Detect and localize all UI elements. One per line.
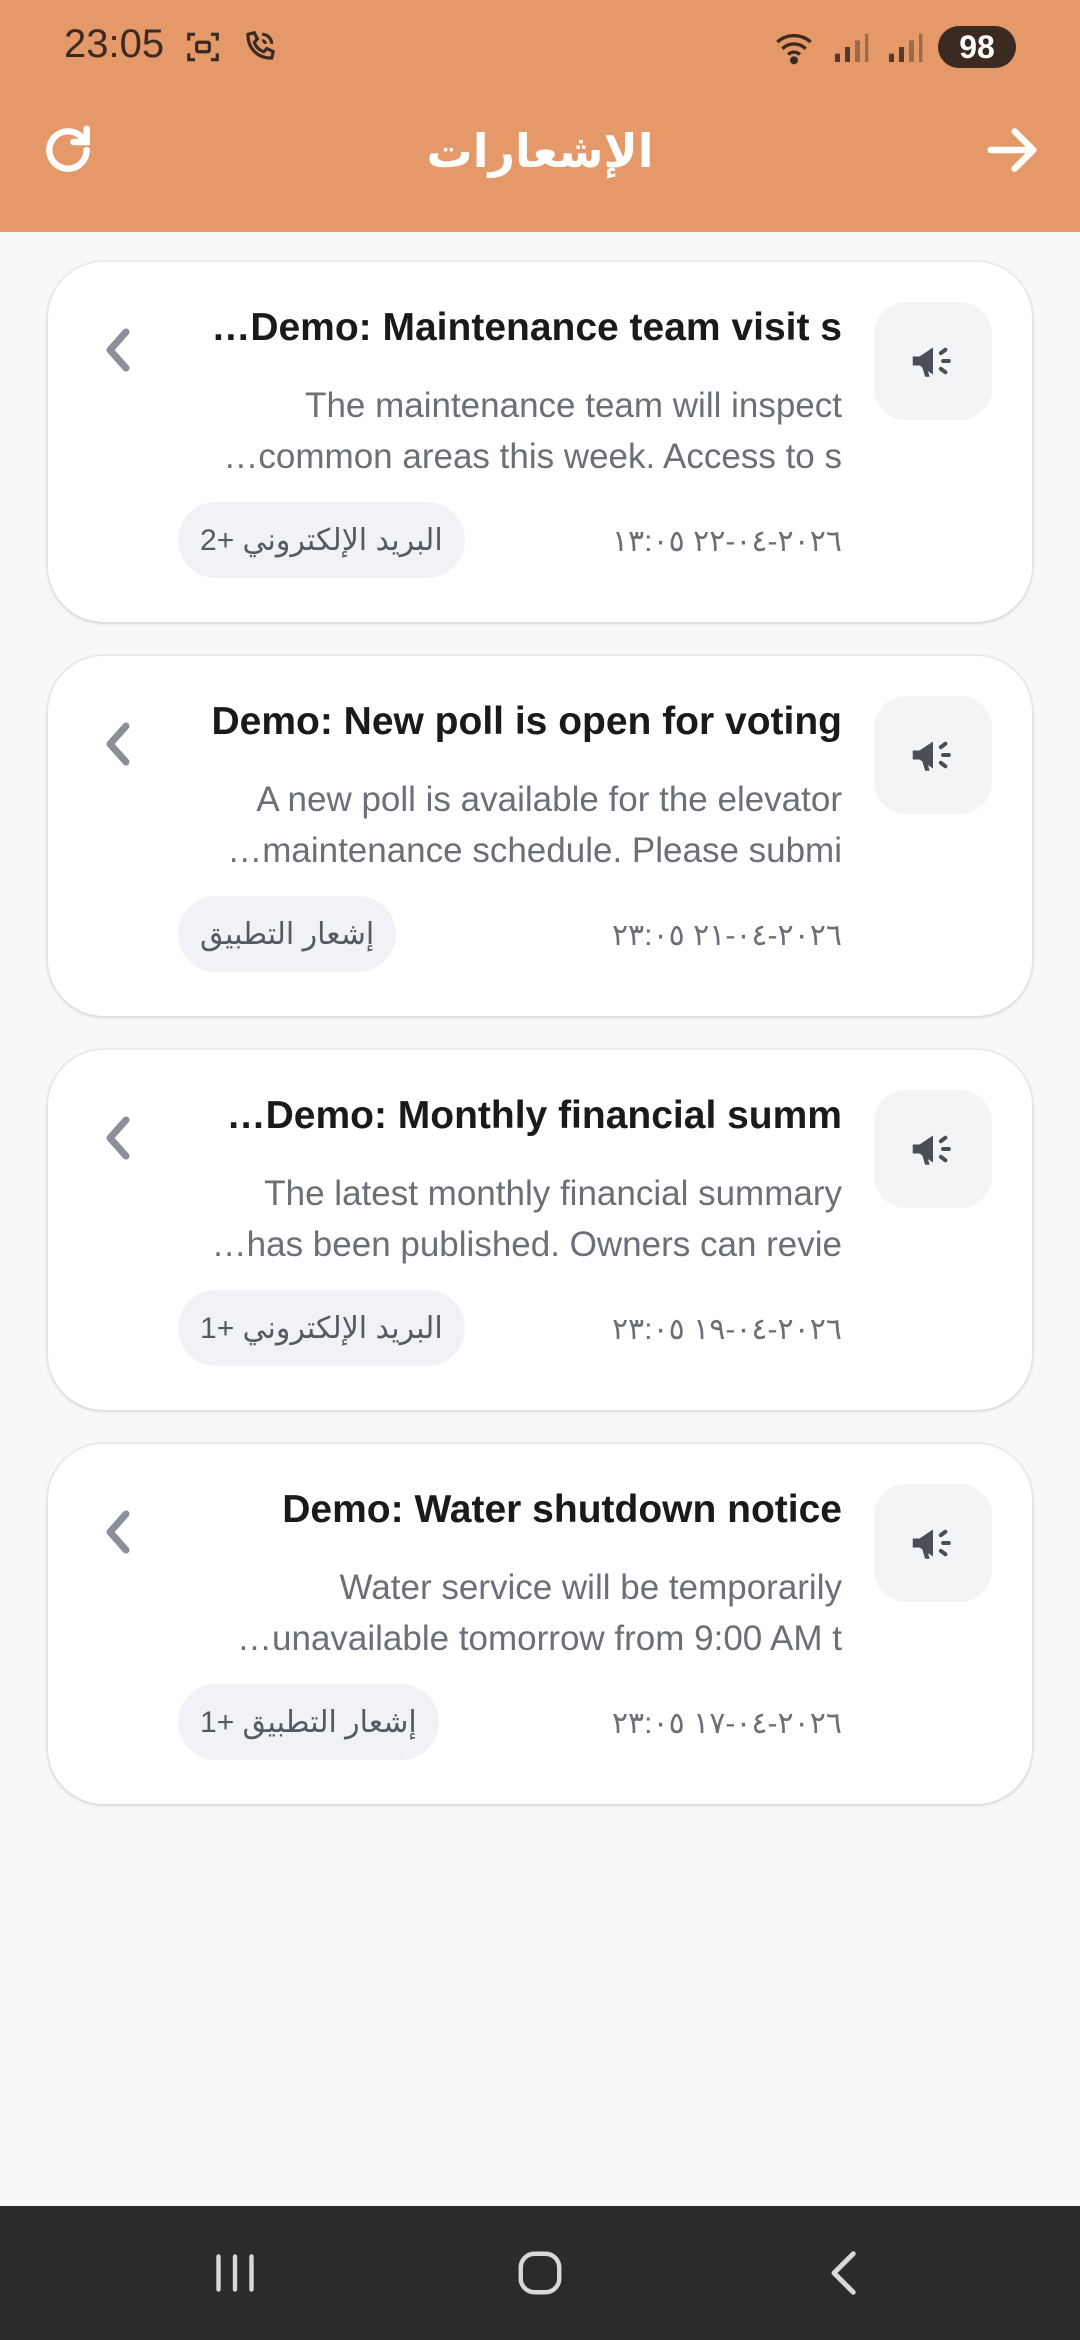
notification-title: Demo: New poll is open for voting [211, 700, 842, 743]
recent-apps-icon[interactable] [200, 2240, 270, 2306]
arrow-right-icon[interactable] [980, 118, 1044, 182]
notification-date: ٢٠٢٦-٠٤-١٩ ٢٣:٠٥ [611, 1313, 842, 1346]
notification-body-line: …maintenance schedule. Please submi [227, 831, 842, 870]
card-icon-box [874, 1484, 992, 1602]
megaphone-icon [912, 741, 951, 771]
notification-list: …Demo: Maintenance team visit s The main… [48, 262, 1032, 1838]
channel-badge: البريد الإلكتروني +2 [178, 502, 465, 578]
notification-body: The maintenance team will inspect …commo… [162, 380, 842, 482]
battery-indicator: 98 [938, 26, 1016, 68]
notification-date: ٢٠٢٦-٠٤-٢١ ٢٣:٠٥ [611, 919, 842, 952]
wifi-call-icon [246, 30, 276, 60]
home-icon[interactable] [505, 2240, 575, 2306]
screenshot-icon [187, 32, 219, 62]
notification-body-line: Water service will be temporarily [339, 1568, 842, 1607]
chevron-left-icon[interactable] [98, 320, 138, 380]
channel-badge: البريد الإلكتروني +1 [178, 1290, 465, 1366]
notification-card[interactable]: …Demo: Maintenance team visit s The main… [48, 262, 1032, 622]
notification-body: A new poll is available for the elevator… [162, 774, 842, 876]
app-bar: الإشعارات [0, 96, 1080, 232]
battery-level: 98 [959, 28, 995, 65]
card-icon-box [874, 1090, 992, 1208]
status-bar: 23:05 98 [0, 0, 1080, 96]
megaphone-icon [912, 1135, 951, 1165]
chevron-left-icon[interactable] [98, 714, 138, 774]
signal-icon-2 [889, 33, 923, 62]
notification-body-line: …common areas this week. Access to s [223, 437, 842, 476]
channel-badge: إشعار التطبيق +1 [178, 1684, 439, 1760]
chevron-left-icon[interactable] [98, 1502, 138, 1562]
notification-date: ٢٠٢٦-٠٤-٢٢ ١٣:٠٥ [611, 525, 842, 558]
wifi-icon [776, 34, 812, 65]
notification-card[interactable]: Demo: Water shutdown notice Water servic… [48, 1444, 1032, 1804]
notification-body-line: The latest monthly financial summary [264, 1174, 842, 1213]
notification-title: Demo: Water shutdown notice [282, 1488, 842, 1531]
status-time: 23:05 [64, 22, 165, 66]
page-title: الإشعارات [426, 125, 654, 177]
megaphone-icon [912, 347, 951, 377]
card-icon-box [874, 696, 992, 814]
system-nav-bar [0, 2206, 1080, 2340]
notification-title: …Demo: Monthly financial summ [226, 1094, 842, 1137]
notification-date: ٢٠٢٦-٠٤-١٧ ٢٣:٠٥ [611, 1707, 842, 1740]
notification-body: Water service will be temporarily …unava… [162, 1562, 842, 1664]
notification-body-line: The maintenance team will inspect [305, 386, 842, 425]
signal-icon [835, 33, 869, 62]
notification-body-line: …unavailable tomorrow from 9:00 AM t [237, 1619, 842, 1658]
chevron-left-icon[interactable] [98, 1108, 138, 1168]
channel-badge: إشعار التطبيق [178, 896, 397, 972]
notification-card[interactable]: Demo: New poll is open for voting A new … [48, 656, 1032, 1016]
notification-title: …Demo: Maintenance team visit s [211, 306, 842, 349]
system-back-icon[interactable] [810, 2240, 880, 2306]
card-icon-box [874, 302, 992, 420]
notification-card[interactable]: …Demo: Monthly financial summ The latest… [48, 1050, 1032, 1410]
notification-body-line: …has been published. Owners can revie [211, 1225, 842, 1264]
megaphone-icon [912, 1529, 951, 1559]
notification-body-line: A new poll is available for the elevator [256, 780, 842, 819]
notification-body: The latest monthly financial summary …ha… [162, 1168, 842, 1270]
